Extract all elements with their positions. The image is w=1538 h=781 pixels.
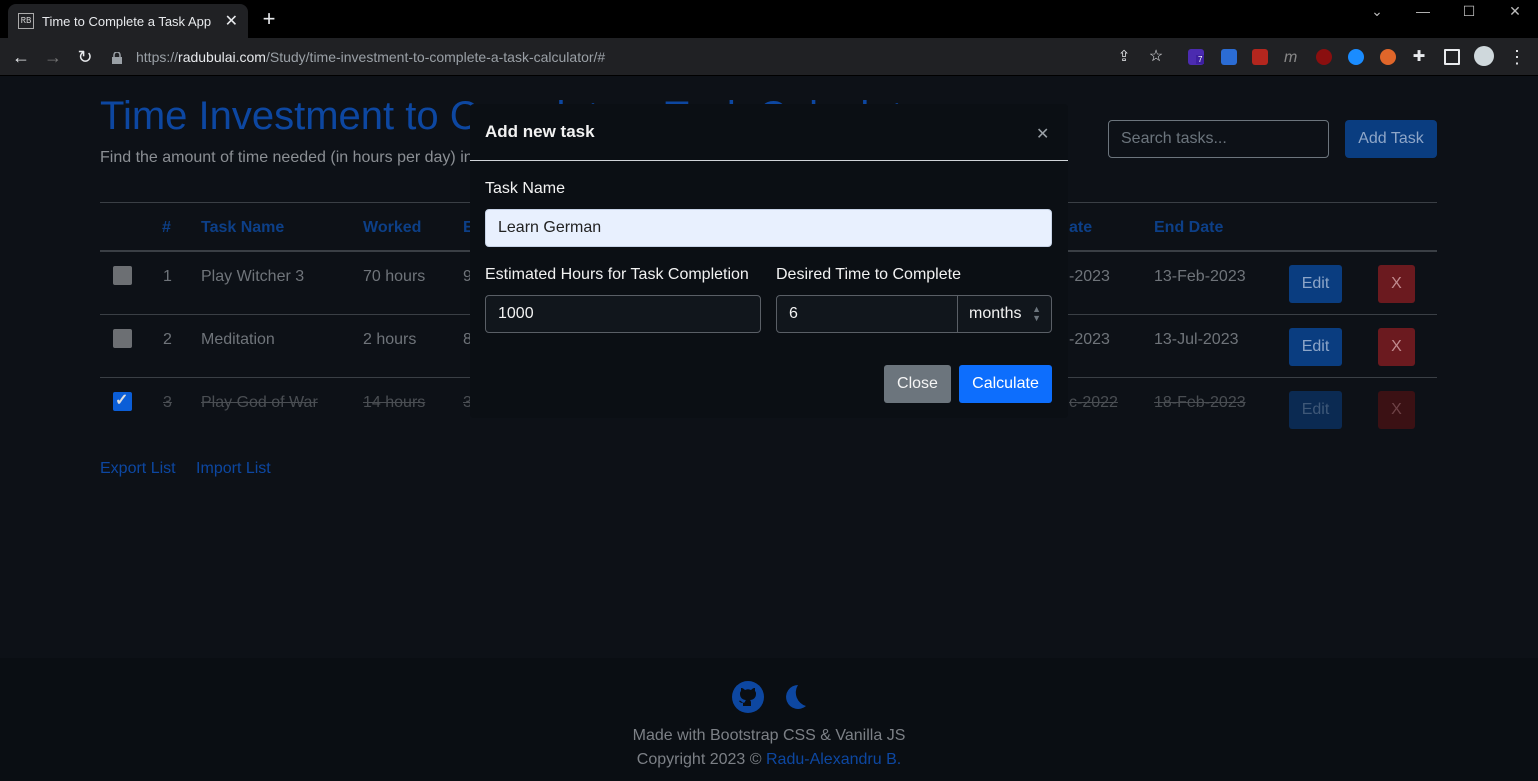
modal-close-icon[interactable]: ✕ <box>1036 124 1049 144</box>
forward-icon[interactable]: → <box>42 46 64 68</box>
address-bar[interactable]: https://radubulai.com/Study/time-investm… <box>112 45 1112 69</box>
delete-button[interactable]: X <box>1378 265 1415 303</box>
column-header: ate <box>1069 219 1093 236</box>
task-number: 3 <box>163 394 172 411</box>
task-name: Play Witcher 3 <box>201 268 305 285</box>
url-path: /Study/time-investment-to-complete-a-tas… <box>265 49 606 65</box>
author-link[interactable]: Radu-Alexandru B. <box>766 751 901 768</box>
profile-avatar[interactable] <box>1474 46 1494 66</box>
extension-badge: 7 <box>1196 55 1205 64</box>
task-number: 1 <box>163 268 172 285</box>
calculate-button[interactable]: Calculate <box>959 365 1052 403</box>
tab-title: Time to Complete a Task App <box>42 13 212 29</box>
favicon-icon: RB <box>18 13 34 29</box>
back-icon[interactable]: ← <box>10 46 32 68</box>
tab-close-icon[interactable]: ✕ <box>225 11 238 31</box>
window-close-icon[interactable]: ✕ <box>1495 0 1535 22</box>
new-tab-icon[interactable]: + <box>258 8 280 30</box>
browser-tab[interactable]: RB Time to Complete a Task App ✕ <box>8 4 248 38</box>
task-start-date: c-2022 <box>1069 394 1118 411</box>
task-worked: 70 hours <box>363 268 426 285</box>
time-unit-value: months <box>969 305 1022 322</box>
column-header: End Date <box>1154 219 1224 236</box>
extensions-puzzle-icon[interactable]: ✚ <box>1408 46 1430 68</box>
extension-icon[interactable] <box>1348 49 1364 65</box>
delete-button[interactable]: X <box>1378 328 1415 366</box>
task-done-checkbox[interactable] <box>113 329 132 348</box>
url-prefix: https:// <box>136 49 179 65</box>
side-panel-icon[interactable] <box>1444 49 1460 65</box>
task-start-date: -2023 <box>1069 331 1110 348</box>
bookmark-star-icon[interactable]: ☆ <box>1145 46 1167 68</box>
close-button[interactable]: Close <box>884 365 951 403</box>
extension-icon[interactable] <box>1316 49 1332 65</box>
moon-icon[interactable] <box>778 681 810 713</box>
extension-icon[interactable] <box>1221 49 1237 65</box>
url-host: radubulai.com <box>178 49 266 65</box>
desired-time-label: Desired Time to Complete <box>776 266 961 283</box>
task-name: Meditation <box>201 331 275 348</box>
estimated-hours-input[interactable]: 1000 <box>485 295 761 333</box>
task-name-input[interactable]: Learn German <box>485 209 1052 247</box>
lock-icon <box>112 51 122 64</box>
export-list-link[interactable]: Export List <box>100 460 176 477</box>
extension-icon[interactable]: m <box>1284 49 1300 66</box>
minimize-icon[interactable]: — <box>1403 0 1443 22</box>
column-header: # <box>162 219 171 236</box>
select-caret-icon: ▲ ▼ <box>1032 304 1041 323</box>
extension-icon[interactable]: 7 <box>1188 49 1205 65</box>
tab-search-icon[interactable]: ⌄ <box>1357 0 1397 22</box>
extension-icon[interactable] <box>1380 49 1396 65</box>
desired-time-input[interactable]: 6 <box>776 295 958 333</box>
column-header: Task Name <box>201 219 285 236</box>
footer-copyright: Copyright 2023 © <box>636 751 762 768</box>
footer-made-with: Made with Bootstrap CSS & Vanilla JS <box>632 727 906 744</box>
more-menu-icon[interactable]: ⋮ <box>1506 46 1528 68</box>
edit-button[interactable]: Edit <box>1289 328 1342 366</box>
task-done-checkbox[interactable] <box>113 390 132 411</box>
footer-copyright-line: Copyright 2023 © Radu-Alexandru B. <box>0 751 1538 769</box>
browser-toolbar: ← → ↻ https://radubulai.com/Study/time-i… <box>0 38 1538 76</box>
github-icon[interactable] <box>732 681 764 713</box>
modal-title: Add new task <box>485 122 595 141</box>
task-end-date: 18-Feb-2023 <box>1154 394 1246 411</box>
task-number: 2 <box>163 331 172 348</box>
task-name-label: Task Name <box>485 180 566 197</box>
modal-header: Add new task ✕ <box>470 104 1068 161</box>
column-header: Worked <box>363 219 422 236</box>
time-unit-select[interactable]: months ▲ ▼ <box>957 295 1052 333</box>
search-input[interactable]: Search tasks... <box>1108 120 1329 158</box>
estimated-hours-label: Estimated Hours for Task Completion <box>485 266 749 283</box>
task-done-checkbox[interactable] <box>113 266 132 285</box>
task-worked: 14 hours <box>363 394 426 411</box>
browser-tab-bar: RB Time to Complete a Task App ✕ + ⌄ — ☐… <box>0 0 1538 38</box>
share-icon[interactable]: ⇪ <box>1113 46 1135 68</box>
task-end-date: 13-Feb-2023 <box>1154 268 1246 285</box>
add-task-modal: Add new task ✕ Task Name Learn German Es… <box>470 104 1068 418</box>
task-start-date: -2023 <box>1069 268 1110 285</box>
edit-button[interactable]: Edit <box>1289 391 1342 429</box>
task-worked: 2 hours <box>363 331 417 348</box>
import-list-link[interactable]: Import List <box>196 460 271 477</box>
list-actions: Export List Import List <box>100 460 287 478</box>
task-end-date: 13-Jul-2023 <box>1154 331 1239 348</box>
task-name: Play God of War <box>201 394 318 411</box>
maximize-icon[interactable]: ☐ <box>1449 0 1489 22</box>
add-task-button[interactable]: Add Task <box>1345 120 1437 158</box>
footer: Made with Bootstrap CSS & Vanilla JS Cop… <box>0 658 1538 781</box>
reload-icon[interactable]: ↻ <box>74 46 96 68</box>
edit-button[interactable]: Edit <box>1289 265 1342 303</box>
delete-button[interactable]: X <box>1378 391 1415 429</box>
extension-icon[interactable] <box>1252 49 1268 65</box>
